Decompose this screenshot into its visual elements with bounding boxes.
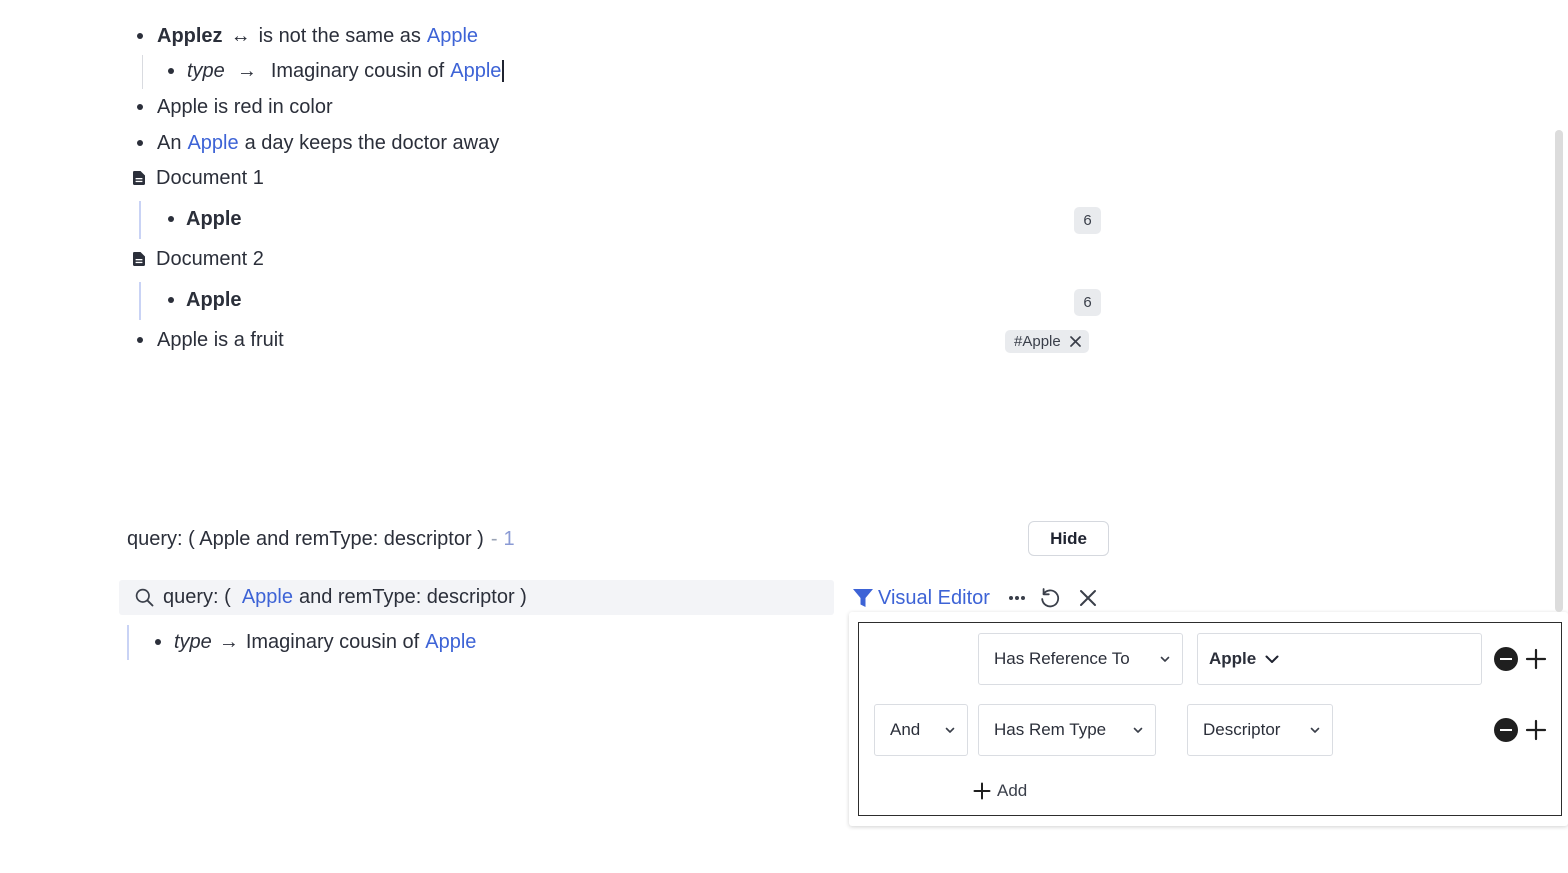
reference-count-badge[interactable]: 6 [1074, 207, 1101, 234]
outline-row-doctor[interactable]: An Apple a day keeps the doctor away [137, 130, 499, 156]
rem-link-apple[interactable]: Apple [425, 631, 476, 654]
reference-line [139, 282, 141, 320]
remove-condition-icon[interactable] [1494, 647, 1518, 671]
rem-text: Apple is a fruit [157, 328, 284, 351]
document-row-1[interactable]: Document 1 [133, 165, 264, 191]
query-result-count: 1 [503, 527, 515, 550]
query-title: query: ( Apple and remType: descriptor ) [127, 527, 484, 550]
more-icon[interactable] [1008, 595, 1026, 601]
search-prefix: query: ( [163, 586, 231, 608]
bullet[interactable] [137, 140, 143, 146]
rem-link-apple[interactable]: Apple [187, 132, 238, 155]
rem-name: Apple [186, 288, 242, 311]
arrow-right-icon: → [218, 630, 239, 653]
scrollbar[interactable] [1555, 130, 1563, 612]
filter-icon [853, 589, 873, 607]
chevron-down-icon [945, 727, 955, 733]
query-toolbar: Visual Editor [852, 583, 1098, 613]
rem-text-post: a day keeps the doctor away [244, 131, 500, 154]
close-icon[interactable] [1069, 336, 1081, 347]
add-condition-icon[interactable] [1525, 648, 1547, 670]
property-name: type [174, 630, 212, 653]
outline-row-red[interactable]: Apple is red in color [137, 94, 333, 120]
add-condition-icon[interactable] [1525, 719, 1547, 741]
search-link-apple[interactable]: Apple [242, 586, 293, 609]
add-filter-button[interactable]: Add [973, 779, 1027, 803]
document-icon [133, 171, 145, 185]
value-label: Descriptor [1203, 720, 1281, 739]
value-dropdown-1[interactable]: Apple [1197, 633, 1482, 685]
rem-text: Imaginary cousin of [270, 59, 445, 82]
rem-link-apple[interactable]: Apple [450, 60, 501, 83]
reference-line [139, 201, 141, 239]
chevron-down-icon [1160, 656, 1170, 662]
outline-row-type[interactable]: type → Imaginary cousin of Apple [168, 58, 504, 84]
document-child-apple[interactable]: Apple [168, 206, 242, 232]
query-header: query: ( Apple and remType: descriptor )… [127, 526, 515, 552]
document-title: Document 2 [156, 247, 264, 270]
condition-label: Has Rem Type [994, 720, 1107, 739]
document-row-2[interactable]: Document 2 [133, 246, 264, 272]
chevron-down-icon [1310, 727, 1320, 733]
child-indent-line [142, 55, 143, 89]
document-icon [133, 252, 145, 266]
outline-row-fruit[interactable]: Apple is a fruit [137, 327, 284, 353]
hide-button[interactable]: Hide [1028, 521, 1109, 556]
tag-apple[interactable]: #Apple [1005, 330, 1089, 353]
property-name: type [187, 59, 225, 82]
rem-text: Imaginary cousin of [245, 630, 420, 653]
arrow-right-icon: → [236, 59, 257, 82]
bullet[interactable] [137, 104, 143, 110]
plus-icon [973, 782, 991, 800]
bullet[interactable] [168, 216, 174, 222]
rem-name: Apple [186, 207, 242, 230]
refresh-icon[interactable] [1038, 586, 1062, 610]
rem-text: is not the same as [258, 24, 421, 47]
operator-label: And [890, 720, 921, 739]
condition-label: Has Reference To [994, 649, 1130, 668]
reference-count-badge[interactable]: 6 [1074, 289, 1101, 316]
rem-name: Applez [157, 24, 223, 47]
visual-editor-toggle[interactable]: Visual Editor [852, 587, 990, 610]
value-label: Apple [1209, 649, 1257, 668]
chevron-down-icon [1133, 727, 1143, 733]
bullet[interactable] [137, 337, 143, 343]
operator-dropdown[interactable]: And [874, 704, 968, 756]
condition-dropdown-2[interactable]: Has Rem Type [978, 704, 1156, 756]
tag-label: #Apple [1014, 333, 1061, 350]
search-icon [135, 588, 154, 607]
bullet[interactable] [168, 68, 174, 74]
rem-text: Apple is red in color [157, 95, 333, 118]
search-suffix: and remType: descriptor ) [298, 586, 527, 608]
bidirectional-arrow-icon: ↔ [230, 24, 251, 47]
rem-text-pre: An [157, 131, 182, 154]
result-line [127, 625, 129, 660]
chevron-down-icon [1265, 655, 1279, 663]
query-separator: - [490, 527, 498, 550]
query-result-row[interactable]: type → Imaginary cousin of Apple [155, 629, 476, 655]
document-title: Document 1 [156, 166, 264, 189]
bullet[interactable] [168, 297, 174, 303]
value-dropdown-2[interactable]: Descriptor [1187, 704, 1333, 756]
text-cursor [502, 60, 504, 82]
visual-editor-label: Visual Editor [878, 586, 990, 609]
bullet[interactable] [155, 639, 161, 645]
condition-dropdown-1[interactable]: Has Reference To [978, 633, 1183, 685]
outline-row-applez[interactable]: Applez ↔ is not the same as Apple [137, 23, 478, 49]
bullet[interactable] [137, 33, 143, 39]
remove-condition-icon[interactable] [1494, 718, 1518, 742]
query-search-bar[interactable]: query: ( Apple and remType: descriptor ) [119, 580, 834, 615]
add-label: Add [997, 781, 1028, 800]
document-child-apple[interactable]: Apple [168, 287, 242, 313]
rem-link-apple[interactable]: Apple [427, 25, 478, 48]
close-icon[interactable] [1078, 588, 1098, 608]
